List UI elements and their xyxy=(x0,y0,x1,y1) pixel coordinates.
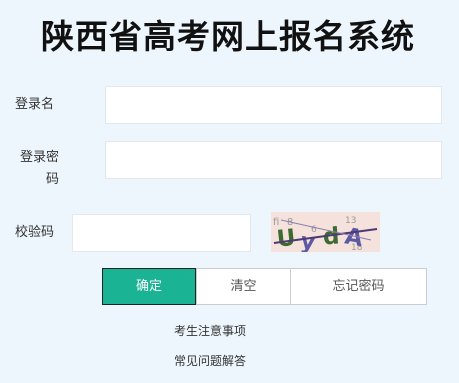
captcha-image[interactable]: fi 8 13 6 18 U y d A xyxy=(271,212,380,252)
username-input[interactable] xyxy=(105,86,442,124)
page-title: 陕西省高考网上报名系统 xyxy=(41,17,415,56)
password-label-line2: 码 xyxy=(45,172,59,187)
svg-text:y: y xyxy=(299,229,317,252)
forgot-password-button[interactable]: 忘记密码 xyxy=(290,268,427,305)
faq-link[interactable]: 常见问题解答 xyxy=(174,353,246,369)
svg-text:U: U xyxy=(276,225,297,252)
captcha-label: 校验码 xyxy=(15,225,55,240)
exam-notice-link[interactable]: 考生注意事项 xyxy=(174,323,246,339)
confirm-button[interactable]: 确定 xyxy=(102,268,196,305)
password-label-line1: 登录密 xyxy=(19,150,59,165)
password-input[interactable] xyxy=(105,141,442,179)
password-label: 登录密 码 xyxy=(15,147,59,191)
clear-button[interactable]: 清空 xyxy=(196,268,291,305)
captcha-input[interactable] xyxy=(72,214,251,252)
username-label: 登录名 xyxy=(15,97,55,112)
